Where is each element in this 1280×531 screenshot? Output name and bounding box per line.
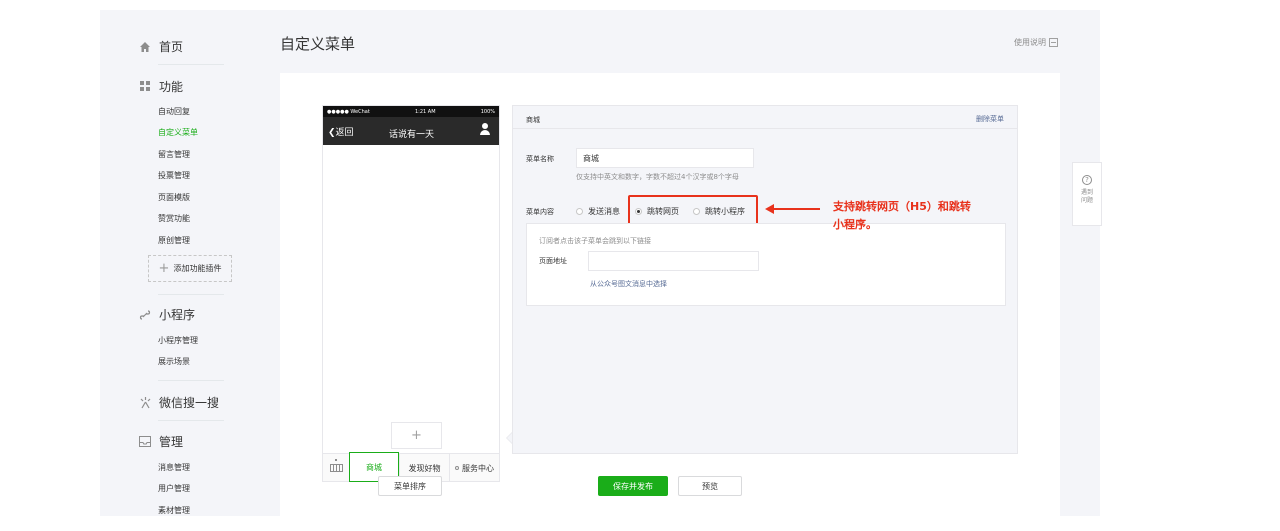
sidebar-item-page-template[interactable]: 页面模版 — [158, 192, 190, 203]
sidebar-divider — [158, 294, 224, 295]
sidebar-section-label: 管理 — [159, 435, 184, 449]
annotation-line-1: 支持跳转网页（H5）和跳转 — [833, 200, 971, 213]
menu-name-label: 菜单名称 — [526, 155, 554, 163]
sidebar-section-manage[interactable]: 管理 — [138, 433, 183, 450]
sidebar-item-display-scene[interactable]: 展示场景 — [158, 356, 190, 367]
menu-name-input[interactable] — [576, 148, 754, 168]
sort-menu-button[interactable]: 菜单排序 — [378, 476, 442, 496]
chat-title: 话说有一天 — [389, 130, 435, 140]
phone-nav-bar: ❮返回 话说有一天 — [323, 117, 499, 145]
chevron-left-icon: ❮ — [328, 128, 336, 138]
sidebar-section-function[interactable]: 功能 — [138, 78, 183, 95]
preview-button[interactable]: 预览 — [678, 476, 742, 496]
back-label: 返回 — [335, 128, 354, 138]
floating-help-widget[interactable]: ? 遇到问题 — [1072, 162, 1102, 226]
radio-send-message[interactable]: 发送消息 — [576, 206, 620, 217]
sidebar-item-user-manage[interactable]: 用户管理 — [158, 483, 190, 494]
annotation-arrow — [765, 204, 821, 214]
app-window: 首页 功能 自动回复 自定义菜单 留言管理 投票管理 页面模版 赞赏功能 原创管… — [100, 10, 1100, 516]
sparkle-icon — [138, 396, 152, 410]
sidebar-item-auto-reply[interactable]: 自动回复 — [158, 106, 190, 117]
grid-icon — [138, 80, 152, 94]
page-title: 自定义菜单 — [280, 35, 356, 53]
user-icon — [480, 123, 490, 135]
plus-icon: + — [158, 261, 170, 276]
submenu-dot-icon — [455, 466, 459, 470]
help-link[interactable]: 使用说明 — [1014, 37, 1058, 48]
sidebar-section-miniprogram[interactable]: 小程序 — [138, 306, 195, 323]
sidebar-item-message-manage[interactable]: 消息管理 — [158, 462, 190, 473]
sidebar-item-vote-manage[interactable]: 投票管理 — [158, 170, 190, 181]
menu-content-label: 菜单内容 — [526, 208, 554, 216]
select-from-articles-link[interactable]: 从公众号图文消息中选择 — [590, 279, 667, 289]
sidebar-item-comment-manage[interactable]: 留言管理 — [158, 149, 190, 160]
inbox-icon — [138, 435, 152, 449]
editor-divider — [513, 128, 1017, 129]
sidebar-section-label: 微信搜一搜 — [159, 396, 220, 410]
sidebar-item-original-manage[interactable]: 原创管理 — [158, 235, 190, 246]
sidebar-home[interactable]: 首页 — [138, 38, 183, 55]
current-menu-name: 商城 — [526, 116, 540, 124]
sidebar-item-material-manage[interactable]: 素材管理 — [158, 505, 190, 516]
link-hint: 订阅者点击该子菜单会跳到以下链接 — [539, 237, 651, 245]
add-plugin-label: 添加功能插件 — [173, 264, 222, 273]
page-url-input[interactable] — [588, 251, 759, 271]
battery-label: 100% — [480, 108, 495, 115]
sidebar: 首页 功能 自动回复 自定义菜单 留言管理 投票管理 页面模版 赞赏功能 原创管… — [100, 10, 260, 516]
menu-editor-card: ●●●●● WeChat 1:21 AM 100% ❮返回 话说有一天 + 商城… — [280, 73, 1060, 516]
save-publish-button[interactable]: 保存并发布 — [598, 476, 668, 496]
add-plugin-button[interactable]: + 添加功能插件 — [148, 255, 232, 282]
document-icon — [1049, 38, 1058, 47]
page-url-label: 页面地址 — [539, 257, 567, 265]
annotation-line-2: 小程序。 — [833, 218, 877, 231]
keyboard-icon — [326, 458, 346, 478]
help-link-label: 使用说明 — [1014, 38, 1046, 47]
sidebar-item-custom-menu[interactable]: 自定义菜单 — [158, 127, 198, 138]
phone-preview: ●●●●● WeChat 1:21 AM 100% ❮返回 话说有一天 + — [322, 105, 500, 454]
radio-circle — [576, 208, 583, 215]
sidebar-home-label: 首页 — [159, 40, 184, 54]
menu-name-hint: 仅支持中英文和数字，字数不超过4个汉字或8个字母 — [576, 173, 739, 181]
delete-menu-button[interactable]: 删除菜单 — [976, 114, 1004, 124]
phone-status-bar: ●●●●● WeChat 1:21 AM 100% — [323, 106, 499, 117]
add-submenu-button[interactable]: + — [391, 422, 442, 449]
back-button: ❮返回 — [328, 125, 354, 138]
carrier-label: ●●●●● WeChat — [327, 108, 370, 115]
sidebar-divider — [158, 64, 224, 65]
menu-settings-panel: 商城 删除菜单 菜单名称 仅支持中英文和数字，字数不超过4个汉字或8个字母 菜单… — [512, 105, 1018, 454]
sidebar-item-reward[interactable]: 赞赏功能 — [158, 213, 190, 224]
question-icon: ? — [1082, 175, 1092, 185]
menu-item-label: 服务中心 — [462, 463, 494, 473]
sidebar-divider — [158, 420, 224, 421]
sidebar-divider — [158, 380, 224, 381]
sidebar-item-miniprogram-manage[interactable]: 小程序管理 — [158, 335, 198, 346]
radio-label: 发送消息 — [588, 207, 620, 216]
floating-help-label: 遇到问题 — [1080, 189, 1093, 204]
sidebar-section-label: 小程序 — [159, 308, 196, 322]
menu-item-service[interactable]: 服务中心 — [449, 454, 499, 482]
link-icon — [138, 308, 152, 322]
sidebar-section-label: 功能 — [159, 80, 184, 94]
home-icon — [138, 40, 152, 54]
webpage-settings-panel: 订阅者点击该子菜单会跳到以下链接 页面地址 从公众号图文消息中选择 — [526, 223, 1006, 306]
annotation-highlight-box — [628, 195, 758, 226]
annotation-text: 支持跳转网页（H5）和跳转 小程序。 — [833, 198, 1013, 234]
status-time: 1:21 AM — [414, 108, 436, 115]
sidebar-section-search[interactable]: 微信搜一搜 — [138, 394, 219, 411]
